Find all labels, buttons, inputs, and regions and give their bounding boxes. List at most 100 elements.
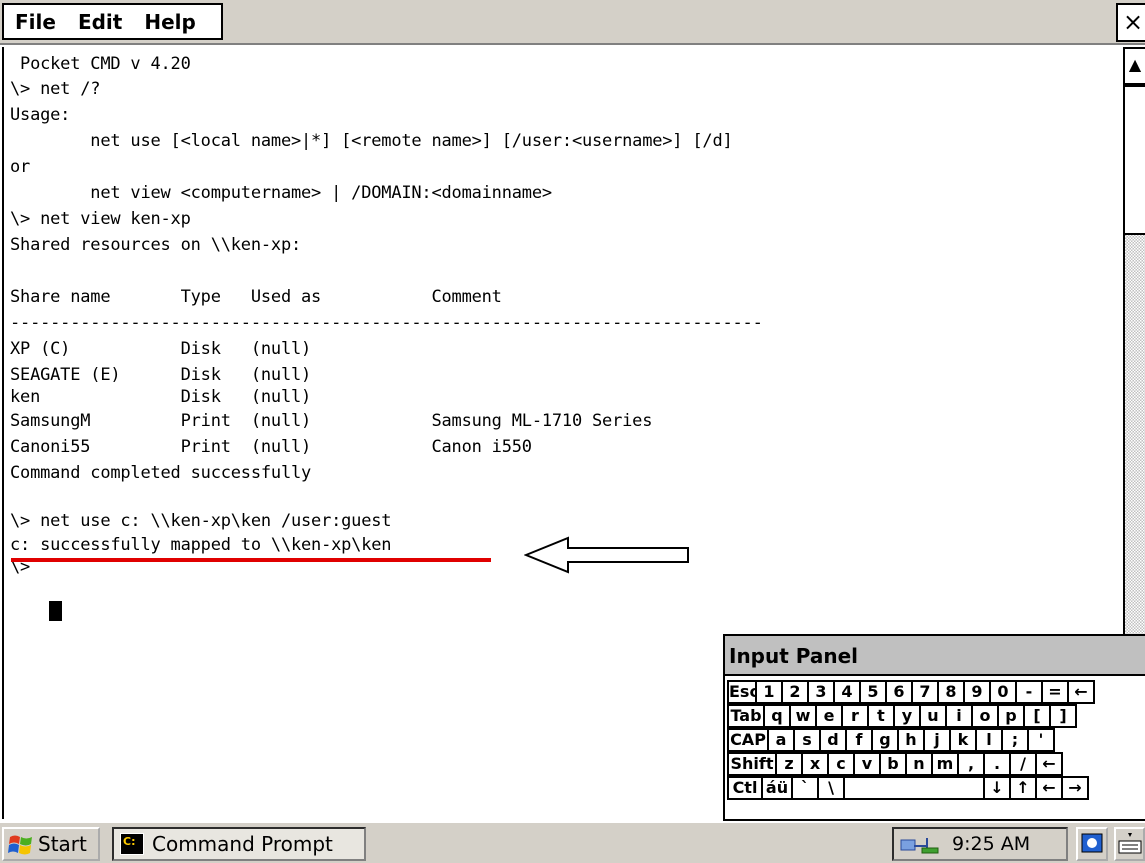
keyboard-key[interactable]: f xyxy=(845,728,873,752)
left-arrow-annotation-icon xyxy=(524,536,689,574)
keyboard-key[interactable]: p xyxy=(997,704,1025,728)
console-line: net use [<local name>|*] [<remote name>]… xyxy=(10,131,733,151)
keyboard-row: Esc 1 2 3 4 5 6 7 8 9 0- = ← xyxy=(727,680,1095,704)
console-line: \> net use c: \\ken-xp\ken /user:guest xyxy=(10,511,392,531)
keyboard-key[interactable]: = xyxy=(1041,680,1069,704)
keyboard-key[interactable]: / xyxy=(1009,752,1037,776)
highlight-underline xyxy=(11,558,491,562)
keyboard-key[interactable]: q xyxy=(763,704,791,728)
keyboard-row: Ctl áü ` \ ↓ ↑ ← → xyxy=(727,776,1089,800)
keyboard-key[interactable]: u xyxy=(919,704,947,728)
keyboard-key[interactable]: ← xyxy=(1035,776,1063,800)
keyboard-key[interactable]: 3 xyxy=(807,680,835,704)
menu-bar: File Edit Help × xyxy=(0,0,1145,45)
keyboard-key[interactable] xyxy=(843,776,985,800)
keyboard-key[interactable]: Shift xyxy=(727,752,777,776)
input-panel: Input Panel Esc 1 2 3 4 5 6 7 8 9 0- = ← Tab q w e r t y u i o… xyxy=(723,634,1145,821)
menu-group: File Edit Help xyxy=(2,3,223,40)
keyboard-key[interactable]: d xyxy=(819,728,847,752)
keyboard-key[interactable]: i xyxy=(945,704,973,728)
console-line: Pocket CMD v 4.20 xyxy=(10,54,191,74)
console-line: Command completed successfully xyxy=(10,463,312,483)
keyboard-toggle-icon[interactable] xyxy=(1114,827,1145,861)
keyboard-key[interactable]: 1 xyxy=(755,680,783,704)
clock[interactable]: 9:25 AM xyxy=(952,829,1030,859)
keyboard-key[interactable]: ; xyxy=(1001,728,1029,752)
keyboard-key[interactable]: 4 xyxy=(833,680,861,704)
keyboard-key[interactable]: 5 xyxy=(859,680,887,704)
console-line: c: successfully mapped to \\ken-xp\ken xyxy=(10,535,392,555)
keyboard-key[interactable]: 9 xyxy=(963,680,991,704)
keyboard-key[interactable]: - xyxy=(1015,680,1043,704)
keyboard-key[interactable]: ← xyxy=(1035,752,1063,776)
menu-edit[interactable]: Edit xyxy=(67,10,133,34)
keyboard-key[interactable]: Ctl xyxy=(727,776,763,800)
text-cursor xyxy=(49,601,62,621)
keyboard-key[interactable]: c xyxy=(827,752,855,776)
keyboard-key[interactable]: s xyxy=(793,728,821,752)
keyboard-key[interactable]: 0 xyxy=(989,680,1017,704)
keyboard-key[interactable]: h xyxy=(897,728,925,752)
keyboard-key[interactable]: Esc xyxy=(727,680,757,704)
keyboard-key[interactable]: n xyxy=(905,752,933,776)
keyboard-key[interactable]: ← xyxy=(1067,680,1095,704)
keyboard-glyph-icon xyxy=(1118,833,1142,854)
keyboard-key[interactable]: x xyxy=(801,752,829,776)
keyboard-key[interactable]: 8 xyxy=(937,680,965,704)
keyboard-key[interactable]: a xyxy=(767,728,795,752)
keyboard-key[interactable]: áü xyxy=(761,776,793,800)
taskbar-command-prompt-label: Command Prompt xyxy=(152,832,333,856)
keyboard-key[interactable]: CAP xyxy=(727,728,769,752)
scroll-up-arrow-icon[interactable]: ▲ xyxy=(1125,47,1145,85)
keyboard-key[interactable]: → xyxy=(1061,776,1089,800)
keyboard-key[interactable]: Tab xyxy=(727,704,765,728)
network-connection-icon[interactable] xyxy=(900,834,944,856)
keyboard-key[interactable]: ` xyxy=(791,776,819,800)
keyboard-key[interactable]: y xyxy=(893,704,921,728)
keyboard-key[interactable]: l xyxy=(975,728,1003,752)
command-prompt-icon: C: xyxy=(120,833,144,855)
start-label: Start xyxy=(38,832,87,856)
desktop-icon[interactable] xyxy=(1076,827,1108,861)
keyboard-key[interactable]: g xyxy=(871,728,899,752)
console-line: XP (C) Disk (null) xyxy=(10,339,312,359)
scroll-thumb[interactable] xyxy=(1125,85,1145,235)
keyboard-row: Shift z x c v b n m,. / ← xyxy=(727,752,1063,776)
keyboard-key[interactable]: 2 xyxy=(781,680,809,704)
keyboard-key[interactable]: ] xyxy=(1049,704,1077,728)
keyboard-key[interactable]: w xyxy=(789,704,817,728)
keyboard-key[interactable]: e xyxy=(815,704,843,728)
console-line: Usage: xyxy=(10,105,71,125)
console-line: net view <computername> | /DOMAIN:<domai… xyxy=(10,183,552,203)
taskbar-command-prompt[interactable]: C: Command Prompt xyxy=(112,827,366,861)
keyboard-key[interactable]: b xyxy=(879,752,907,776)
console-line: or xyxy=(10,157,31,177)
console-line: SEAGATE (E) Disk (null) xyxy=(10,365,312,385)
keyboard-key[interactable]: m xyxy=(931,752,959,776)
keyboard-key[interactable]: ↓ xyxy=(983,776,1011,800)
keyboard-row: CAP a s d f g h j k l; ' xyxy=(727,728,1055,752)
keyboard-key[interactable]: v xyxy=(853,752,881,776)
windows-flag-icon xyxy=(8,835,32,855)
keyboard-key[interactable]: , xyxy=(957,752,985,776)
keyboard-key[interactable]: [ xyxy=(1023,704,1051,728)
console-line: Shared resources on \\ken-xp: xyxy=(10,235,302,255)
keyboard-key[interactable]: 7 xyxy=(911,680,939,704)
keyboard-key[interactable]: k xyxy=(949,728,977,752)
input-panel-title: Input Panel xyxy=(725,636,1145,676)
console-line: SamsungM Print (null) Samsung ML-1710 Se… xyxy=(10,411,653,431)
keyboard-key[interactable]: t xyxy=(867,704,895,728)
menu-help[interactable]: Help xyxy=(133,10,206,34)
keyboard-key[interactable]: . xyxy=(983,752,1011,776)
keyboard-key[interactable]: ↑ xyxy=(1009,776,1037,800)
keyboard-key[interactable]: r xyxy=(841,704,869,728)
keyboard-key[interactable]: o xyxy=(971,704,999,728)
keyboard-key[interactable]: 6 xyxy=(885,680,913,704)
keyboard-key[interactable]: ' xyxy=(1027,728,1055,752)
menu-file[interactable]: File xyxy=(4,10,67,34)
start-button[interactable]: Start xyxy=(2,827,100,861)
keyboard-key[interactable]: \ xyxy=(817,776,845,800)
close-button[interactable]: × xyxy=(1116,3,1145,42)
keyboard-key[interactable]: j xyxy=(923,728,951,752)
keyboard-key[interactable]: z xyxy=(775,752,803,776)
